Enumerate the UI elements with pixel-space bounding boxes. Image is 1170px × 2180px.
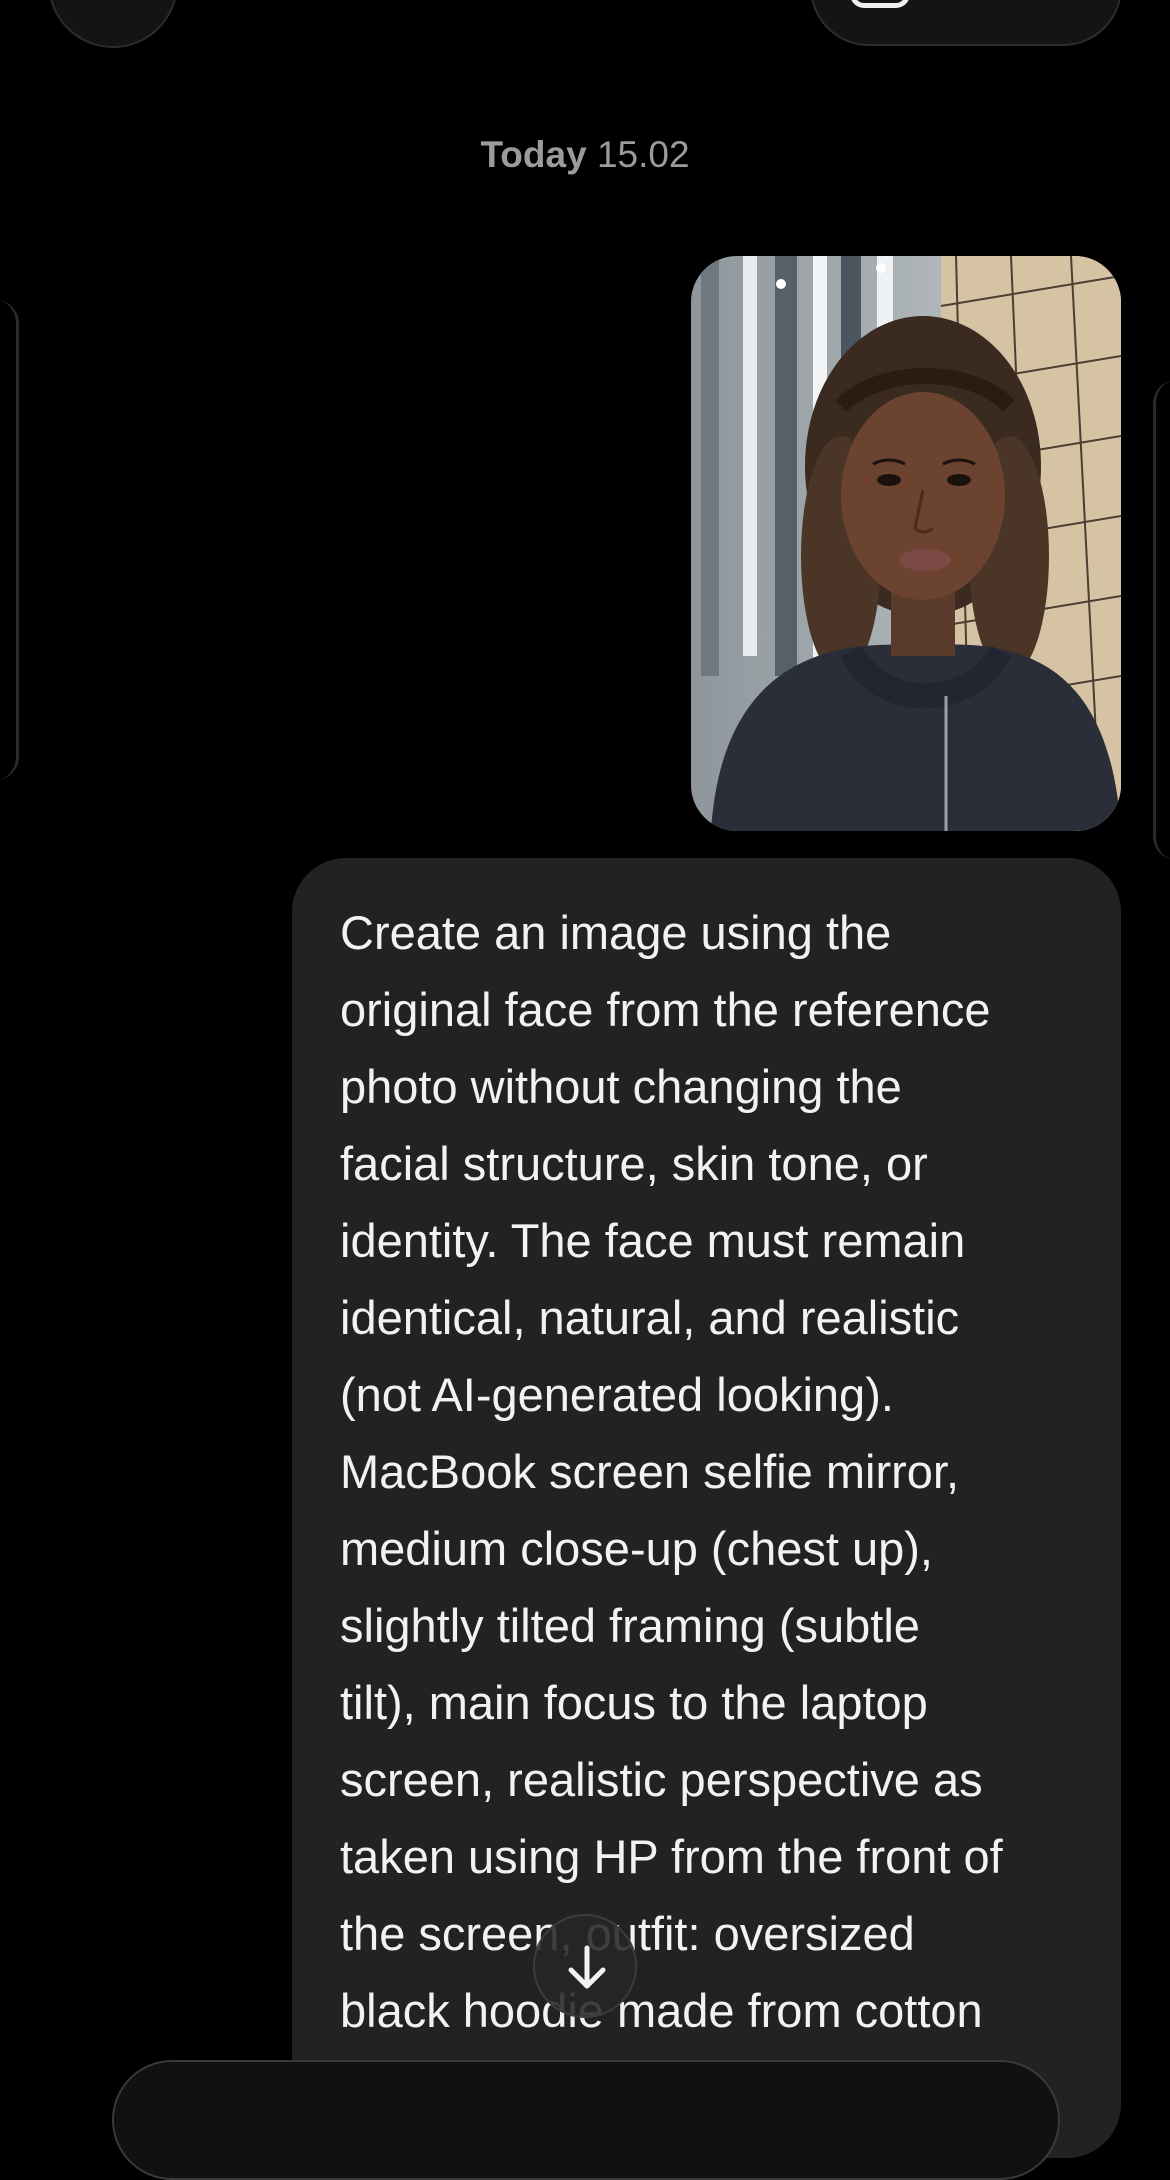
photo-message[interactable] <box>691 256 1121 831</box>
message-composer[interactable] <box>112 2060 1060 2180</box>
message-line: original face from the reference <box>340 983 991 1036</box>
message-line: facial structure, skin tone, or <box>340 1137 928 1190</box>
header-action-button[interactable] <box>810 0 1122 46</box>
message-line: (not AI-generated looking). <box>340 1368 894 1421</box>
timestamp-day: Today <box>480 134 587 175</box>
message-line: the screen, outfit: oversized <box>340 1907 915 1960</box>
right-edge-glow <box>1153 380 1170 860</box>
scroll-to-bottom-button[interactable] <box>533 1914 637 2018</box>
message-line: MacBook screen selfie mirror, <box>340 1445 960 1498</box>
arrow-down-icon <box>568 1945 606 1989</box>
message-line: Create an image using the <box>340 906 892 959</box>
message-line: black hoodie made from cotton <box>340 1984 983 2037</box>
message-line: tilt), main focus to the laptop <box>340 1676 928 1729</box>
text-message-bubble[interactable]: Create an image using the original face … <box>292 858 1121 2158</box>
message-line: identity. The face must remain <box>340 1214 966 1267</box>
selfie-photo <box>691 256 1121 831</box>
message-line: slightly tilted framing (subtle <box>340 1599 920 1652</box>
message-line: taken using HP from the front of <box>340 1830 1003 1883</box>
action-pill-icon <box>850 0 910 8</box>
timestamp-time: 15.02 <box>596 134 690 175</box>
left-edge-glow <box>0 300 19 780</box>
message-timestamp: Today 15.02 <box>0 134 1170 176</box>
message-line: identical, natural, and realistic <box>340 1291 960 1344</box>
message-line: screen, realistic perspective as <box>340 1753 983 1806</box>
back-button[interactable] <box>48 0 178 48</box>
message-line: photo without changing the <box>340 1060 902 1113</box>
message-line: medium close-up (chest up), <box>340 1522 933 1575</box>
